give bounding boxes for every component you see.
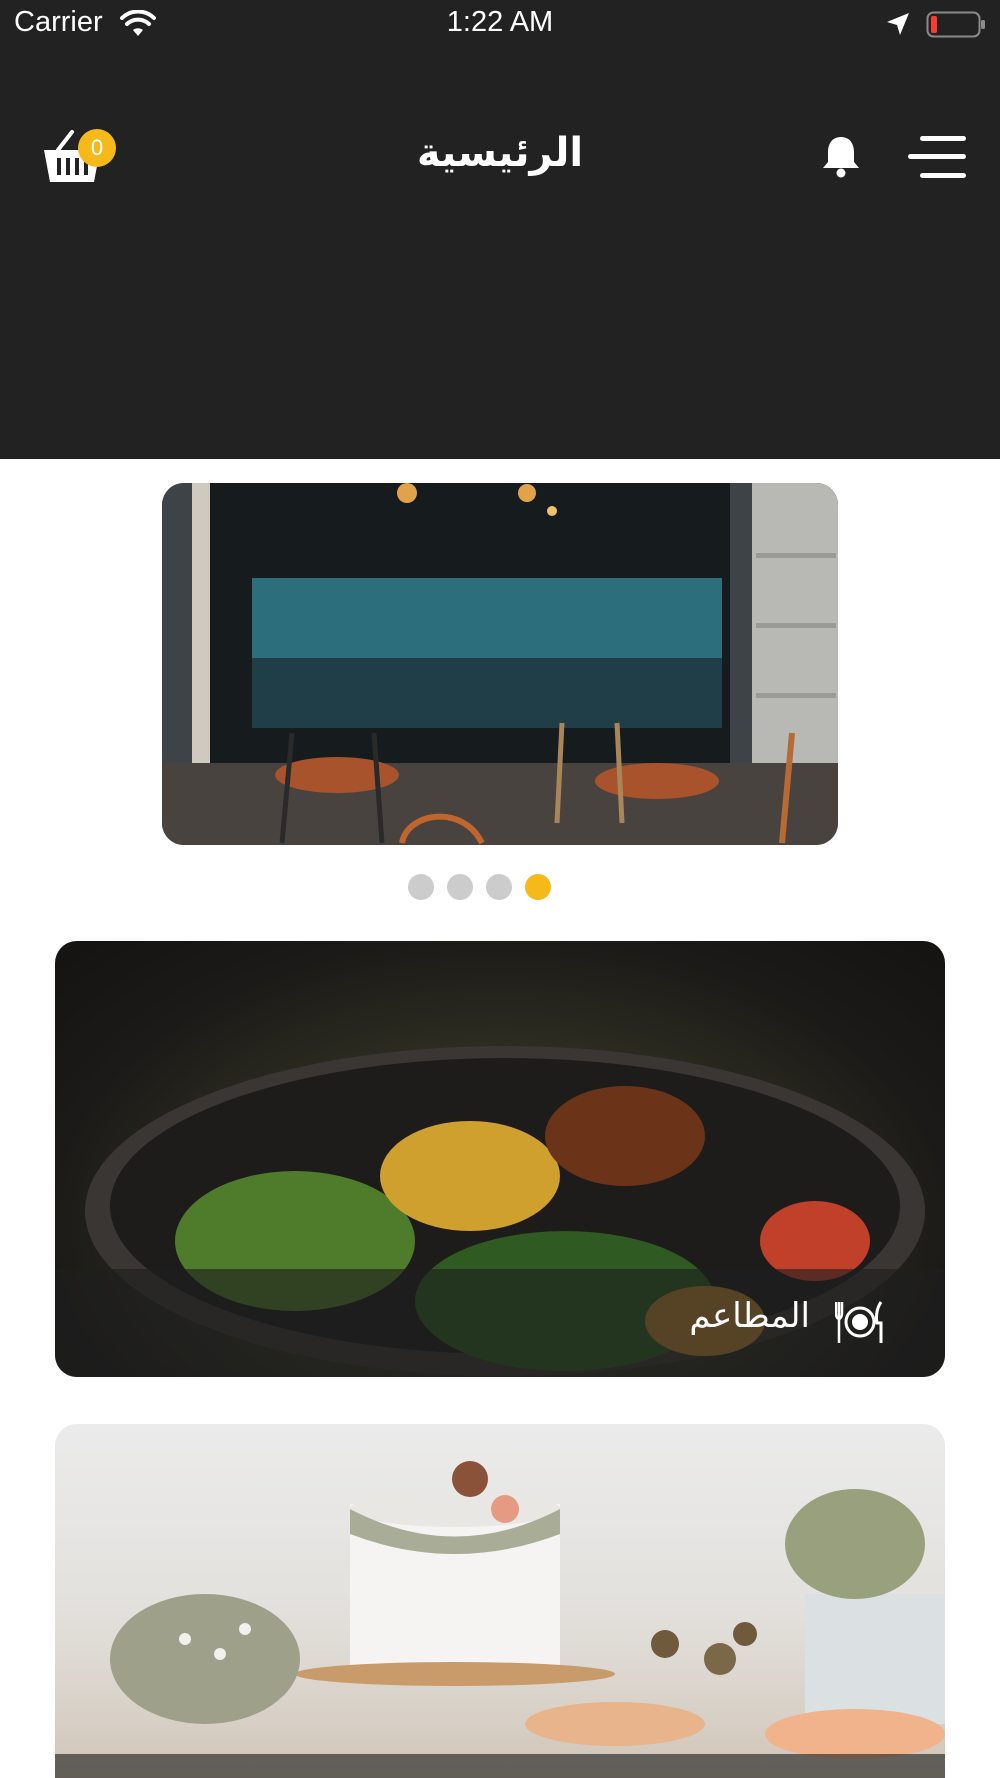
app-screen: Carrier 1:22 AM 0 الرئيسية المطاعم bbox=[0, 0, 1000, 1778]
location-arrow-icon bbox=[887, 13, 909, 35]
pagination-dot-active[interactable] bbox=[525, 874, 551, 900]
category-card-restaurants[interactable]: المطاعم bbox=[55, 941, 945, 1377]
category-label: المطاعم bbox=[689, 1296, 810, 1336]
category-caption-bar bbox=[55, 1754, 945, 1778]
category-caption-bar: المطاعم bbox=[55, 1269, 945, 1377]
fork-plate-knife-icon bbox=[835, 1301, 883, 1343]
status-bar: Carrier 1:22 AM bbox=[0, 0, 1000, 50]
hamburger-menu-icon[interactable] bbox=[908, 133, 966, 181]
pagination-dot[interactable] bbox=[408, 874, 434, 900]
header: Carrier 1:22 AM 0 الرئيسية bbox=[0, 0, 1000, 459]
bell-icon[interactable] bbox=[820, 134, 862, 178]
clock: 1:22 AM bbox=[446, 6, 554, 38]
category-card-sweets[interactable] bbox=[55, 1424, 945, 1778]
battery-low-icon bbox=[926, 11, 985, 38]
pagination-dot[interactable] bbox=[447, 874, 473, 900]
slider-pagination[interactable] bbox=[408, 874, 551, 900]
cafe-terrace-image bbox=[162, 483, 838, 845]
cake-table-image bbox=[110, 1461, 945, 1759]
pagination-dot[interactable] bbox=[486, 874, 512, 900]
banner-slide[interactable] bbox=[162, 483, 838, 845]
